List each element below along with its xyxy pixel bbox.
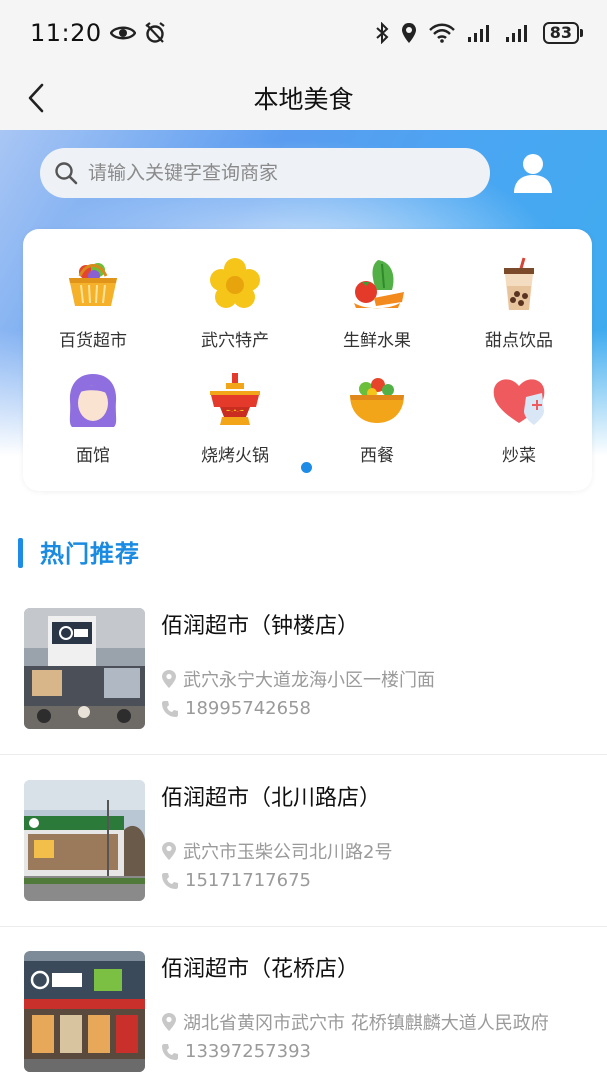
- category-label: 烧烤火锅: [201, 446, 269, 466]
- category-item-specialty[interactable]: 武穴特产: [175, 254, 295, 354]
- store-name: 佰润超市（花桥店）: [161, 957, 360, 982]
- alarm-off-icon: [145, 22, 165, 43]
- category-item-bbq[interactable]: 烧烤火锅: [175, 369, 295, 469]
- store-list-item[interactable]: 佰润超市（花桥店） 湖北省黄冈市武穴市 花桥镇麒麟大道人民政府 13397257…: [0, 951, 607, 1080]
- store-phone-text: 15171717675: [185, 870, 311, 891]
- section-marker: [18, 538, 23, 568]
- chevron-left-icon: [28, 83, 44, 113]
- category-label: 武穴特产: [201, 331, 269, 351]
- phone-icon: [162, 872, 178, 889]
- flower-icon: [210, 258, 260, 308]
- store-address: 武穴永宁大道龙海小区一楼门面: [161, 666, 601, 692]
- store-phone[interactable]: 18995742658: [161, 698, 601, 719]
- bluetooth-icon: [376, 22, 389, 44]
- search-input[interactable]: [88, 162, 468, 184]
- battery-indicator: 83: [542, 22, 584, 44]
- store-phone-text: 18995742658: [185, 698, 311, 719]
- category-item-fresh[interactable]: 生鲜水果: [317, 254, 437, 354]
- nav-bar: 本地美食: [0, 66, 607, 130]
- carousel-dot-active[interactable]: [301, 462, 312, 473]
- search-icon: [55, 162, 78, 185]
- signal-icon-2: [505, 25, 527, 42]
- divider: [0, 754, 607, 755]
- category-label: 面馆: [76, 446, 110, 466]
- category-label: 甜点饮品: [485, 331, 553, 351]
- category-item-noodles[interactable]: 面馆: [33, 369, 153, 469]
- category-item-western[interactable]: 西餐: [317, 369, 437, 469]
- user-icon: [514, 154, 552, 193]
- store-name: 佰润超市（北川路店）: [161, 786, 382, 811]
- status-bar: 11:20 83: [0, 0, 607, 66]
- category-label: 西餐: [360, 446, 394, 466]
- phone-icon: [162, 700, 178, 717]
- location-icon: [401, 23, 416, 43]
- bubble-tea-icon: [504, 257, 534, 310]
- signal-icon: [467, 25, 489, 42]
- vegetables-icon: [354, 260, 404, 309]
- category-label: 生鲜水果: [343, 331, 411, 351]
- eye-icon: [109, 26, 136, 40]
- user-profile-button[interactable]: [510, 150, 556, 196]
- location-pin-icon: [162, 1013, 176, 1031]
- back-button[interactable]: [18, 80, 54, 116]
- store-phone[interactable]: 15171717675: [161, 870, 601, 891]
- status-time: 11:20: [30, 19, 102, 47]
- store-phone-text: 13397257393: [185, 1041, 311, 1062]
- category-label: 百货超市: [59, 331, 127, 351]
- divider: [0, 926, 607, 927]
- store-address-text: 武穴永宁大道龙海小区一楼门面: [183, 670, 435, 691]
- category-card: 百货超市 武穴特产 生鲜水果 甜点饮品 面馆 烧烤火锅 西餐 炒菜: [23, 229, 592, 491]
- section-title: 热门推荐: [40, 540, 140, 568]
- category-label: 炒菜: [502, 446, 536, 466]
- store-address: 武穴市玉柴公司北川路2号: [161, 838, 601, 864]
- store-image: [24, 608, 145, 729]
- hotpot-icon: [210, 373, 260, 425]
- location-pin-icon: [162, 670, 176, 688]
- category-item-grocery[interactable]: 百货超市: [33, 254, 153, 354]
- store-address: 湖北省黄冈市武穴市 花桥镇麒麟大道人民政府: [161, 1009, 601, 1035]
- search-box[interactable]: [40, 148, 490, 198]
- location-pin-icon: [162, 842, 176, 860]
- store-address-text: 湖北省黄冈市武穴市 花桥镇麒麟大道人民政府: [183, 1013, 549, 1034]
- basket-icon: [69, 263, 117, 306]
- category-item-drinks[interactable]: 甜点饮品: [459, 254, 579, 354]
- wifi-icon: [428, 23, 455, 43]
- category-item-stirfry[interactable]: 炒菜: [459, 369, 579, 469]
- store-image: [24, 780, 145, 901]
- page-title: 本地美食: [253, 85, 354, 114]
- heart-shield-icon: [493, 379, 545, 425]
- salad-bowl-icon: [350, 378, 404, 423]
- store-name: 佰润超市（钟楼店）: [161, 614, 360, 639]
- store-image: [24, 951, 145, 1072]
- store-phone[interactable]: 13397257393: [161, 1041, 601, 1062]
- face-icon: [69, 374, 117, 427]
- store-address-text: 武穴市玉柴公司北川路2号: [183, 842, 393, 863]
- phone-icon: [162, 1043, 178, 1060]
